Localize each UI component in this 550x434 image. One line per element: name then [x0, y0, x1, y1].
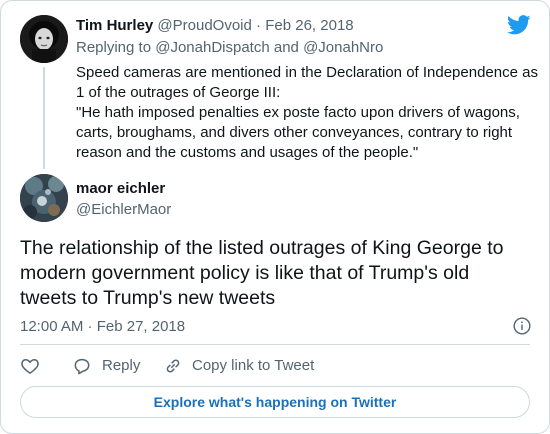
reply-label: Reply	[102, 357, 141, 374]
parent-text-line-1: Speed cameras are mentioned in the Decla…	[76, 64, 538, 101]
parent-handle[interactable]: @ProudOvoid	[157, 17, 251, 34]
replying-to-link-2[interactable]: @JonahNro	[303, 39, 383, 56]
parent-text-line-2: "He hath imposed penalties ex poste fact…	[76, 104, 520, 161]
avatar-portrait-image	[20, 174, 68, 222]
info-icon[interactable]	[513, 317, 531, 335]
twitter-logo-icon[interactable]	[507, 15, 531, 35]
avatar-portrait-image	[20, 15, 68, 63]
copy-link-button[interactable]: Copy link to Tweet	[163, 354, 323, 378]
heart-icon	[21, 359, 39, 374]
parent-date[interactable]: Feb 26, 2018	[265, 17, 353, 34]
reply-bubble-icon	[74, 358, 90, 375]
link-icon	[166, 359, 180, 373]
header-separator: ·	[256, 17, 262, 34]
tweet-embed-card: Tim Hurley @ProudOvoid · Feb 26, 2018 Re…	[0, 0, 550, 434]
parent-tweet-header: Tim Hurley @ProudOvoid · Feb 26, 2018	[76, 16, 354, 36]
thread-connector-line	[43, 67, 45, 169]
actions-divider	[20, 344, 530, 345]
parent-display-name[interactable]: Tim Hurley	[76, 17, 153, 34]
like-button[interactable]	[20, 354, 42, 378]
replying-to-and: and	[273, 39, 299, 56]
parent-tweet-text: Speed cameras are mentioned in the Decla…	[76, 63, 541, 163]
main-display-name[interactable]: maor eichler	[76, 179, 165, 199]
copy-link-label: Copy link to Tweet	[192, 357, 315, 374]
avatar-tim-hurley[interactable]	[20, 15, 68, 63]
main-tweet-text: The relationship of the listed outrages …	[20, 237, 504, 309]
explore-twitter-button[interactable]: Explore what's happening on Twitter	[20, 386, 530, 418]
main-handle[interactable]: @EichlerMaor	[76, 200, 171, 220]
replying-to-line: Replying to @JonahDispatch and @JonahNro	[76, 38, 383, 58]
replying-to-prefix: Replying to	[76, 39, 152, 56]
replying-to-link-1[interactable]: @JonahDispatch	[155, 39, 269, 56]
main-timestamp[interactable]: 12:00 AM · Feb 27, 2018	[20, 317, 185, 337]
avatar-maor-eichler[interactable]	[20, 174, 68, 222]
reply-button[interactable]: Reply	[72, 354, 147, 378]
